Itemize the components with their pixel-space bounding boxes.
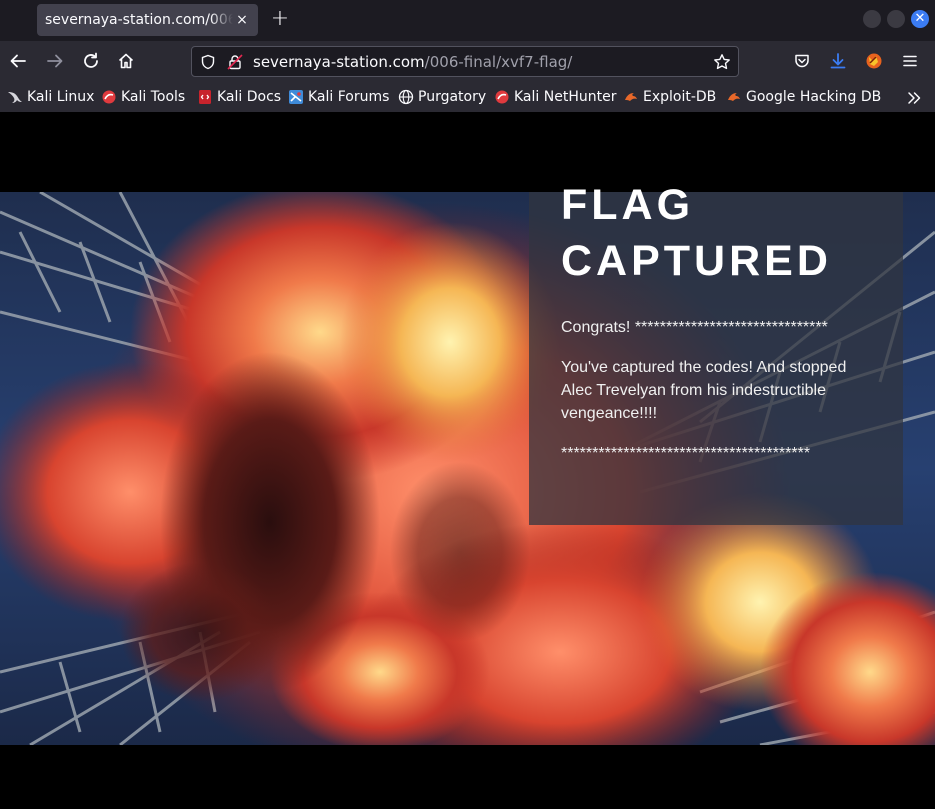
address-bar[interactable]: severnaya-station.com/006-final/xvf7-fla… — [191, 46, 739, 77]
pocket-button[interactable] — [790, 49, 814, 73]
kali-nethunter-icon — [495, 90, 509, 104]
bookmark-kali-docs[interactable]: Kali Docs — [197, 87, 281, 107]
back-button[interactable] — [6, 49, 30, 73]
forward-arrow-icon — [47, 54, 63, 68]
ghdb-icon — [728, 93, 740, 101]
download-icon — [830, 53, 846, 69]
tab-title: severnaya-station.com/006-final/xvf7-fla… — [45, 12, 233, 28]
home-button[interactable] — [114, 49, 138, 73]
bookmark-exploit-db[interactable]: Exploit-DB — [623, 87, 716, 107]
kali-docs-icon — [199, 90, 211, 104]
bookmark-kali-tools[interactable]: Kali Tools — [101, 87, 185, 107]
bookmark-label: Kali Tools — [121, 89, 186, 105]
downloads-button[interactable] — [826, 49, 850, 73]
url-host: severnaya-station.com — [253, 53, 425, 71]
kali-tools-icon — [102, 90, 116, 104]
bookmark-kali-forums[interactable]: Kali Forums — [288, 87, 389, 107]
bookmark-label: Kali Linux — [27, 89, 95, 105]
close-window-button[interactable]: ✕ — [911, 10, 929, 28]
shield-icon[interactable] — [200, 54, 216, 70]
bookmark-label: Kali Forums — [308, 89, 390, 105]
url-path: /006-final/xvf7-flag/ — [424, 53, 573, 71]
tab-active[interactable]: severnaya-station.com/006-final/xvf7-fla… — [37, 4, 258, 36]
insecure-lock-icon[interactable] — [227, 54, 243, 70]
chevron-double-right-icon — [908, 92, 921, 104]
bookmark-kali-nethunter[interactable]: Kali NetHunter — [494, 87, 616, 107]
bookmark-star-icon[interactable] — [713, 53, 731, 71]
message-text: You've captured the codes! And stopped A… — [561, 359, 847, 422]
forward-button[interactable] — [43, 49, 67, 73]
bookmarks-toolbar: Kali Linux Kali Tools Kali Docs Kali For… — [0, 81, 935, 112]
page-content: FLAG CAPTURED Congrats! ****************… — [0, 112, 935, 809]
exploit-db-icon — [625, 93, 637, 101]
bookmark-kali-linux[interactable]: Kali Linux — [7, 87, 94, 107]
page-title: FLAG CAPTURED — [561, 181, 832, 285]
extension-button[interactable] — [862, 49, 886, 73]
tab-close-button[interactable]: × — [232, 10, 252, 30]
maximize-button[interactable] — [887, 10, 905, 28]
bookmark-purgatory[interactable]: Purgatory — [398, 87, 486, 107]
bookmark-label: Kali NetHunter — [514, 89, 617, 105]
pocket-icon — [795, 54, 809, 68]
bookmark-label: Google Hacking DB — [746, 89, 882, 105]
tab-strip: severnaya-station.com/006-final/xvf7-fla… — [0, 0, 935, 41]
kali-dragon-icon — [8, 92, 22, 103]
back-arrow-icon — [10, 54, 26, 68]
footer-stars-text: **************************************** — [561, 445, 811, 462]
reload-icon — [84, 52, 98, 68]
flag-card: FLAG CAPTURED Congrats! ****************… — [529, 181, 903, 525]
bookmark-label: Kali Docs — [217, 89, 282, 105]
menu-button[interactable] — [898, 49, 922, 73]
hamburger-menu-icon — [903, 55, 917, 67]
bookmark-label: Purgatory — [418, 89, 487, 105]
new-tab-button[interactable]: + — [268, 8, 292, 32]
url-text[interactable]: severnaya-station.com/006-final/xvf7-fla… — [253, 53, 572, 71]
minimize-button[interactable] — [863, 10, 881, 28]
bookmark-google-hacking-db[interactable]: Google Hacking DB — [726, 87, 881, 107]
reload-button[interactable] — [79, 49, 103, 73]
extension-fox-icon — [866, 53, 882, 69]
congrats-text: Congrats! ******************************… — [561, 319, 828, 336]
bookmark-label: Exploit-DB — [643, 89, 717, 105]
globe-icon — [398, 89, 414, 105]
bookmarks-overflow-button[interactable] — [906, 88, 922, 108]
home-icon — [118, 53, 134, 69]
kali-forums-icon — [289, 90, 303, 104]
navigation-toolbar: severnaya-station.com/006-final/xvf7-fla… — [0, 41, 935, 81]
